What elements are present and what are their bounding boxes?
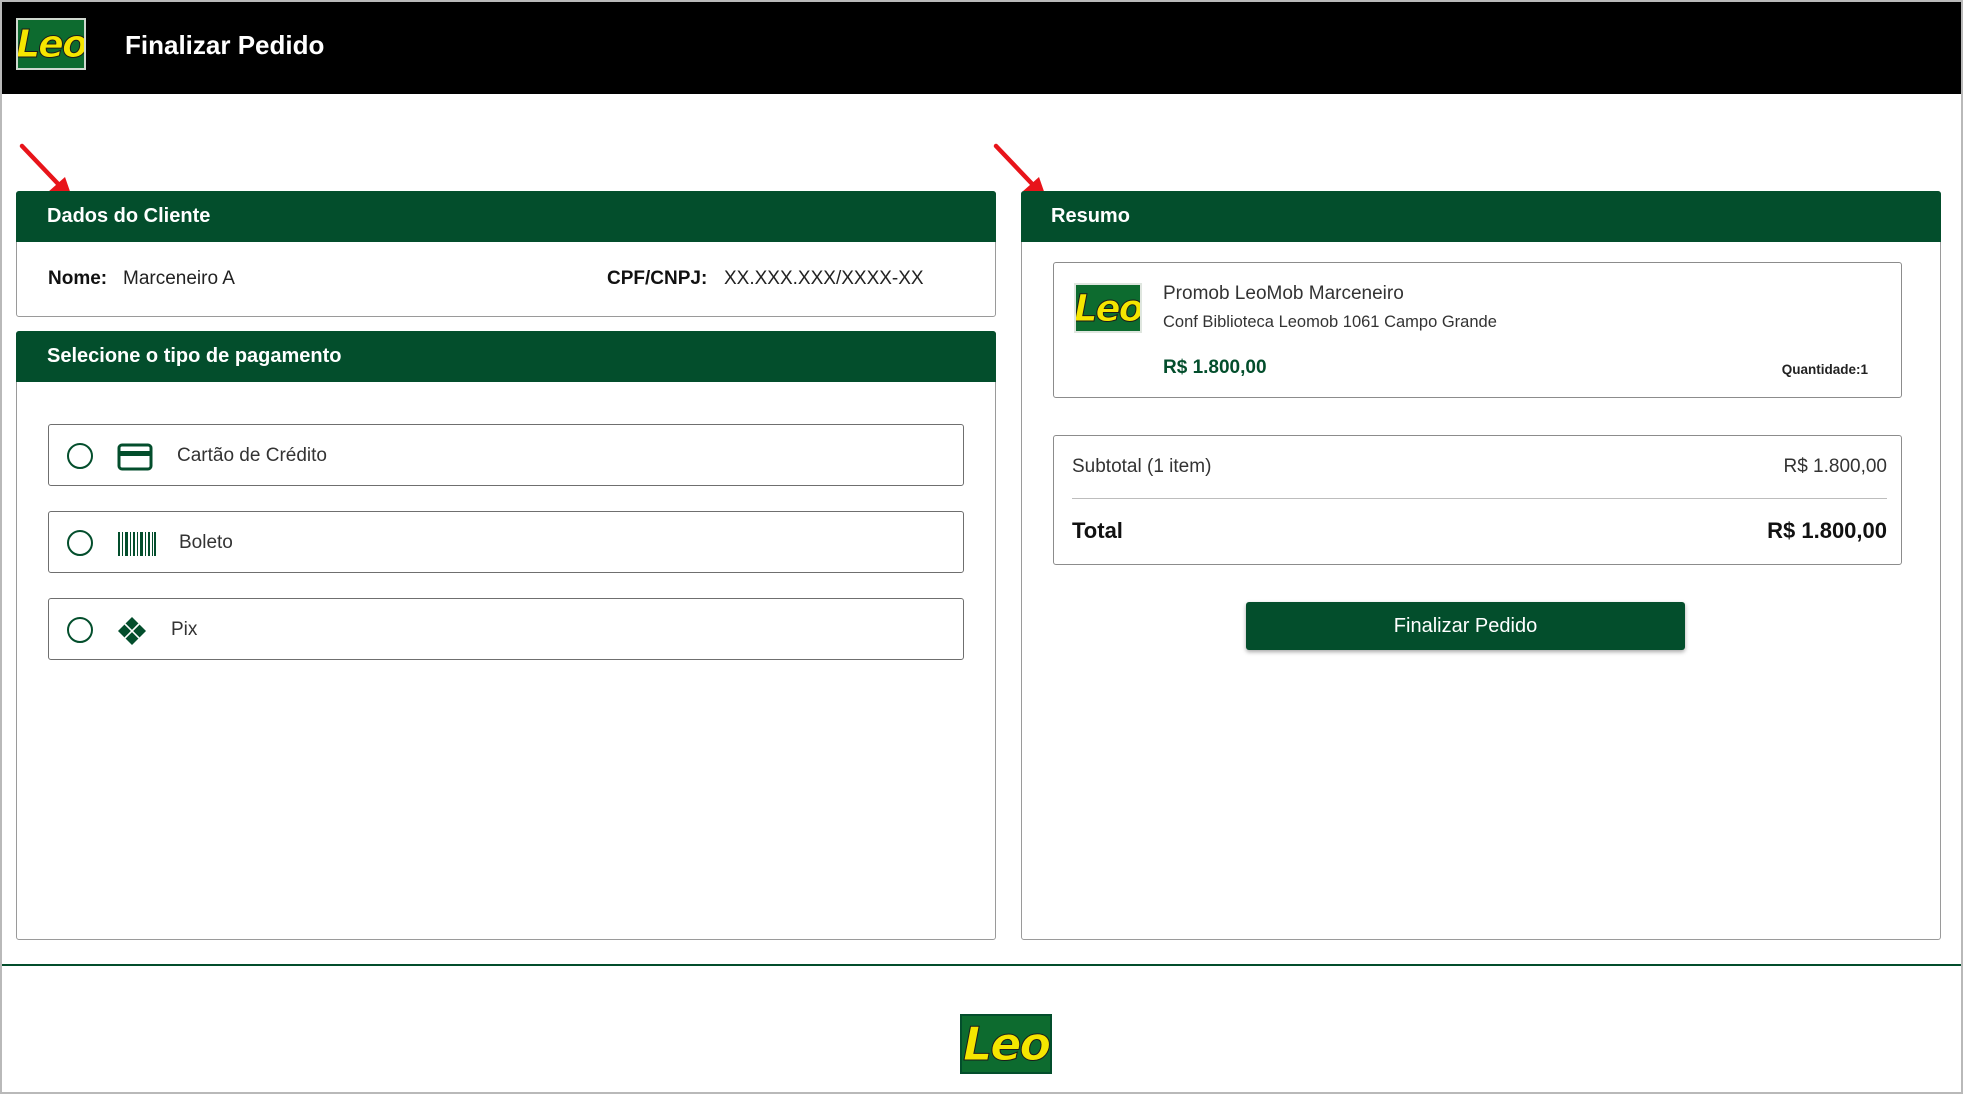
page-title: Finalizar Pedido — [125, 30, 325, 60]
product-logo: Leo — [1074, 283, 1142, 333]
payment-option-label: Boleto — [179, 532, 233, 553]
card-header: Selecione o tipo de pagamento — [16, 331, 996, 382]
card-header: Dados do Cliente — [16, 191, 996, 242]
product-quantity: Quantidade:1 — [1781, 362, 1868, 377]
finalize-order-button[interactable]: Finalizar Pedido — [1246, 602, 1685, 650]
leo-logo[interactable]: Leo — [16, 18, 86, 70]
footer-logo: Leo — [960, 1014, 1052, 1074]
payment-option-credit-card[interactable]: Cartão de Crédito — [48, 424, 964, 486]
subtotal-value: R$ 1.800,00 — [1783, 456, 1887, 477]
logo-text: Leo — [962, 1017, 1050, 1072]
radio-button[interactable] — [67, 530, 93, 556]
name-label: Nome: — [48, 268, 108, 289]
credit-card-icon — [117, 443, 153, 471]
radio-button[interactable] — [67, 443, 93, 469]
product-price: R$ 1.800,00 — [1163, 357, 1267, 378]
footer-divider — [2, 964, 1961, 966]
top-bar: Leo Finalizar Pedido — [2, 2, 1961, 94]
payment-option-label: Cartão de Crédito — [177, 445, 327, 466]
total-value: R$ 1.800,00 — [1767, 518, 1887, 543]
product-name: Promob LeoMob Marceneiro — [1163, 283, 1404, 304]
barcode-icon — [118, 532, 156, 556]
name-value: Marceneiro A — [123, 268, 235, 289]
divider — [1072, 498, 1887, 499]
total-label: Total — [1072, 518, 1123, 543]
logo-text: Leo — [16, 22, 86, 67]
pix-icon — [118, 617, 146, 645]
cpf-cnpj-label: CPF/CNPJ: — [607, 268, 708, 289]
payment-option-pix[interactable]: Pix — [48, 598, 964, 660]
payment-type-card: Selecione o tipo de pagamento Cartão de … — [16, 331, 996, 940]
card-header: Resumo — [1021, 191, 1941, 242]
cpf-cnpj-value: XX.XXX.XXX/XXXX-XX — [724, 268, 924, 289]
subtotal-label: Subtotal (1 item) — [1072, 456, 1212, 477]
order-summary-card: Resumo Leo Promob LeoMob Marceneiro Conf… — [1021, 191, 1941, 940]
section-title: Dados do Cliente — [47, 205, 211, 227]
section-title: Selecione o tipo de pagamento — [47, 345, 342, 367]
payment-option-boleto[interactable]: Boleto — [48, 511, 964, 573]
totals-box: Subtotal (1 item) R$ 1.800,00 Total R$ 1… — [1053, 435, 1902, 565]
product-item: Leo Promob LeoMob Marceneiro Conf Biblio… — [1053, 262, 1902, 398]
client-data-card: Dados do Cliente Nome: Marceneiro A CPF/… — [16, 191, 996, 317]
logo-text: Leo — [1074, 286, 1142, 330]
product-description: Conf Biblioteca Leomob 1061 Campo Grande — [1163, 313, 1497, 331]
payment-option-label: Pix — [171, 619, 198, 640]
radio-button[interactable] — [67, 617, 93, 643]
section-title: Resumo — [1051, 205, 1130, 227]
